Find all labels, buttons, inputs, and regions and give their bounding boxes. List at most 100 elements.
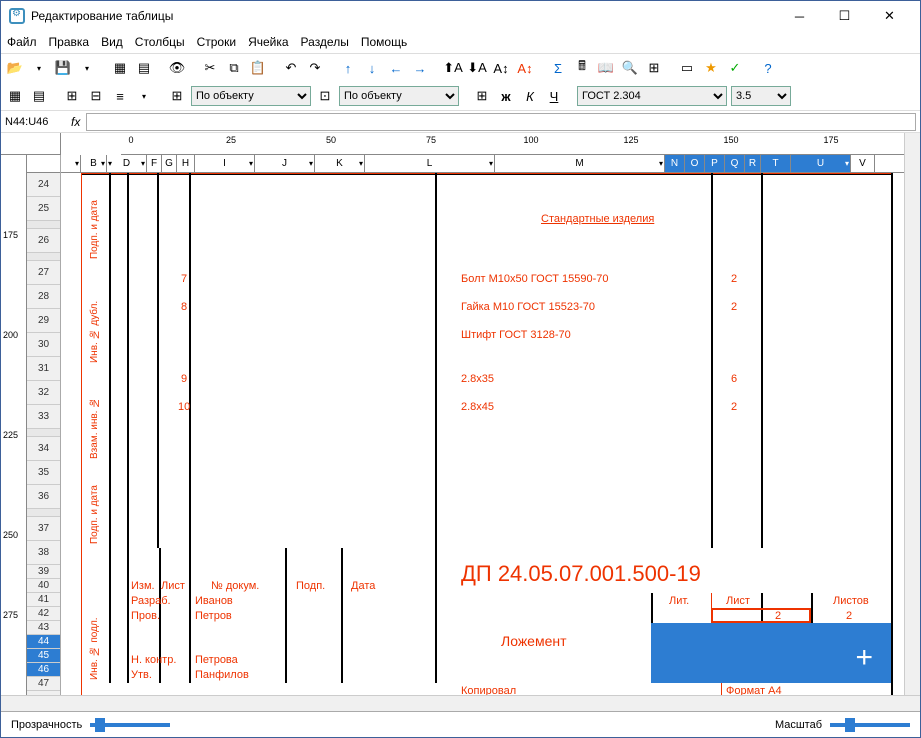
row-header[interactable]: 28 <box>27 285 60 309</box>
row-header[interactable]: 34 <box>27 437 60 461</box>
row-header[interactable]: 46 <box>27 663 60 677</box>
row-header[interactable]: 33 <box>27 405 60 429</box>
col-header[interactable]: U▾ <box>791 155 851 172</box>
col-header[interactable]: R <box>745 155 761 172</box>
col-header[interactable]: T <box>761 155 791 172</box>
sort-asc-icon[interactable]: ⬆A <box>443 58 463 78</box>
sort-desc-icon[interactable]: ⬇A <box>467 58 487 78</box>
fontsize-select[interactable]: 3.5 <box>731 86 791 106</box>
menu-help[interactable]: Помощь <box>361 35 407 49</box>
row-header[interactable]: 31 <box>27 357 60 381</box>
col-header[interactable]: Q <box>725 155 745 172</box>
row-header[interactable]: 44 <box>27 635 60 649</box>
window-icon[interactable]: ▭ <box>677 58 697 78</box>
undo-icon[interactable]: ↶ <box>281 58 301 78</box>
border1-icon[interactable]: ▦ <box>110 58 130 78</box>
help-icon[interactable]: ? <box>758 58 778 78</box>
copy-icon[interactable]: ⧉ <box>224 58 244 78</box>
row-header[interactable]: 41 <box>27 593 60 607</box>
border-style1-select[interactable]: По объекту <box>191 86 311 106</box>
col-header[interactable]: V <box>851 155 875 172</box>
row-header[interactable]: 27 <box>27 261 60 285</box>
col-header[interactable]: O <box>685 155 705 172</box>
merge-icon[interactable]: ⊞ <box>62 86 82 106</box>
row-header[interactable]: 25 <box>27 197 60 221</box>
row-header[interactable]: 24 <box>27 173 60 197</box>
row-header[interactable]: 36 <box>27 485 60 509</box>
calc-icon[interactable]: 🖩 <box>572 58 592 78</box>
border-all-icon[interactable]: ⊞ <box>167 86 187 106</box>
arrow-down-icon[interactable]: ↓ <box>362 58 382 78</box>
menu-rows[interactable]: Строки <box>197 35 236 49</box>
row-header[interactable]: 26 <box>27 229 60 253</box>
font-select[interactable]: ГОСТ 2.304 <box>577 86 727 106</box>
row-header[interactable]: 38 <box>27 541 60 565</box>
align-icon[interactable]: ≡ <box>110 86 130 106</box>
col-header[interactable]: B▾ <box>81 155 107 172</box>
col-header[interactable]: F <box>147 155 162 172</box>
vertical-scrollbar[interactable] <box>904 155 920 695</box>
col-header[interactable]: G <box>162 155 177 172</box>
filter-icon[interactable]: ⊞ <box>644 58 664 78</box>
menu-columns[interactable]: Столбцы <box>135 35 185 49</box>
italic-icon[interactable]: К <box>520 86 540 106</box>
menu-edit[interactable]: Правка <box>49 35 90 49</box>
border-out-icon[interactable]: ⊡ <box>315 86 335 106</box>
maximize-button[interactable]: ☐ <box>822 2 867 30</box>
col-header[interactable]: K▾ <box>315 155 365 172</box>
sort4-icon[interactable]: A↕ <box>515 58 535 78</box>
save-icon[interactable]: 💾 <box>53 58 73 78</box>
book-icon[interactable]: 📖 <box>596 58 616 78</box>
horizontal-scrollbar[interactable] <box>1 695 920 711</box>
close-button[interactable]: ✕ <box>867 2 912 30</box>
col-header[interactable]: H <box>177 155 195 172</box>
paste-icon[interactable]: 📋 <box>248 58 268 78</box>
spreadsheet-content[interactable]: Подп. и дата Инв. № дубл. Взам. инв. № П… <box>61 173 904 695</box>
border-style2-select[interactable]: По объекту <box>339 86 459 106</box>
row-header[interactable]: 32 <box>27 381 60 405</box>
row-header[interactable]: 40 <box>27 579 60 593</box>
arrow-left-icon[interactable]: ← <box>386 58 406 78</box>
col-header[interactable]: P <box>705 155 725 172</box>
check-icon[interactable]: ✓ <box>725 58 745 78</box>
menu-sections[interactable]: Разделы <box>301 35 349 49</box>
row-header[interactable]: 37 <box>27 517 60 541</box>
menu-file[interactable]: Файл <box>7 35 37 49</box>
col-header[interactable]: L▾ <box>365 155 495 172</box>
find-icon[interactable]: 🔍 <box>620 58 640 78</box>
formula-input[interactable] <box>86 113 916 131</box>
row-header[interactable]: 45 <box>27 649 60 663</box>
minimize-button[interactable]: ─ <box>777 2 822 30</box>
arrow-up-icon[interactable]: ↑ <box>338 58 358 78</box>
underline-icon[interactable]: Ч <box>544 86 564 106</box>
col-header[interactable]: J▾ <box>255 155 315 172</box>
row-header[interactable]: 47 <box>27 677 60 691</box>
text-grid-icon[interactable]: ⊞ <box>472 86 492 106</box>
menu-cell[interactable]: Ячейка <box>248 35 288 49</box>
redo-icon[interactable]: ↷ <box>305 58 325 78</box>
eye-icon[interactable]: 👁 <box>167 58 187 78</box>
row-header[interactable]: 29 <box>27 309 60 333</box>
sum-icon[interactable]: Σ <box>548 58 568 78</box>
opacity-slider[interactable] <box>90 723 170 727</box>
col-header[interactable]: N <box>665 155 685 172</box>
grid1-icon[interactable]: ▦ <box>5 86 25 106</box>
sort3-icon[interactable]: A↕ <box>491 58 511 78</box>
row-header[interactable]: 30 <box>27 333 60 357</box>
star-icon[interactable]: ★ <box>701 58 721 78</box>
scale-slider[interactable] <box>830 723 910 727</box>
split-icon[interactable]: ⊟ <box>86 86 106 106</box>
grid2-icon[interactable]: ▤ <box>29 86 49 106</box>
valign-icon[interactable]: ▾ <box>134 86 154 106</box>
row-header[interactable]: 43 <box>27 621 60 635</box>
row-header[interactable]: 42 <box>27 607 60 621</box>
row-header[interactable]: 35 <box>27 461 60 485</box>
border2-icon[interactable]: ▤ <box>134 58 154 78</box>
bold-icon[interactable]: ж <box>496 86 516 106</box>
col-header[interactable]: ▾D▾ <box>107 155 147 172</box>
col-header[interactable]: M▾ <box>495 155 665 172</box>
save-dd-icon[interactable]: ▾ <box>77 58 97 78</box>
menu-view[interactable]: Вид <box>101 35 123 49</box>
open-dd-icon[interactable]: ▾ <box>29 58 49 78</box>
arrow-right-icon[interactable]: → <box>410 58 430 78</box>
